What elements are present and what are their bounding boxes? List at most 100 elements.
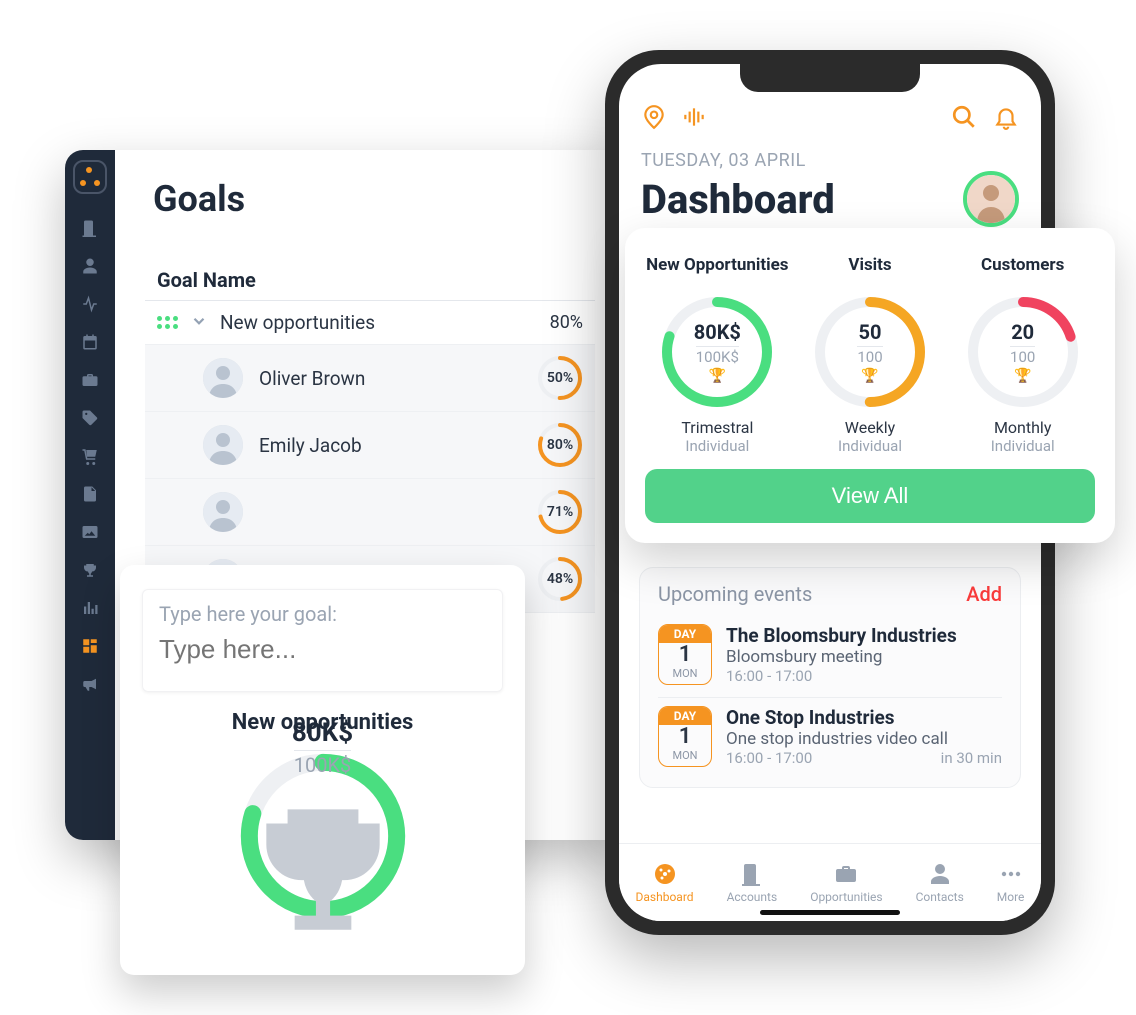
event-time: 16:00 - 17:00 <box>726 667 812 685</box>
building-icon[interactable] <box>80 218 100 238</box>
tab-more[interactable]: More <box>997 861 1025 904</box>
tab-dashboard[interactable]: Dashboard <box>636 861 694 904</box>
event-row[interactable]: DAY 1 MON The Bloomsbury Industries Bloo… <box>658 616 1002 697</box>
gauge-ring: 80K$ 100K$ 🏆 <box>657 292 777 412</box>
more-icon <box>998 861 1024 887</box>
event-subtitle: Bloomsbury meeting <box>726 647 1002 667</box>
gauge-title: Customers <box>950 244 1095 286</box>
phone-notch <box>740 64 920 92</box>
day-chip: DAY 1 MON <box>658 706 712 767</box>
day-chip-label: DAY <box>659 625 711 643</box>
tab-label: More <box>997 890 1025 904</box>
person-pct: 80% <box>537 422 583 468</box>
goal-group-row[interactable]: New opportunities 80% <box>145 301 595 345</box>
event-row[interactable]: DAY 1 MON One Stop Industries One stop i… <box>658 697 1002 779</box>
person-pct: 48% <box>537 556 583 602</box>
trophy-icon <box>238 781 408 955</box>
gauge-ring: 20 100 🏆 <box>963 292 1083 412</box>
trophy-icon[interactable] <box>80 560 100 580</box>
person-pct: 71% <box>537 489 583 535</box>
bell-icon[interactable] <box>993 104 1019 134</box>
person-progress-ring: 50% <box>537 355 583 401</box>
activity-icon[interactable] <box>80 294 100 314</box>
gauge-scope: Individual <box>645 437 790 455</box>
person-pct: 50% <box>537 355 583 401</box>
dashboard-icon[interactable] <box>80 636 100 656</box>
goal-group-pct: 80% <box>550 312 583 333</box>
person-progress-ring: 71% <box>537 489 583 535</box>
tab-opportunities[interactable]: Opportunities <box>810 861 882 904</box>
day-chip: DAY 1 MON <box>658 624 712 685</box>
gauge[interactable]: Customers 20 100 🏆 Monthly Individual <box>950 244 1095 455</box>
chevron-down-icon[interactable] <box>190 312 208 334</box>
event-body: One Stop Industries One stop industries … <box>726 706 1002 767</box>
drag-handle-icon[interactable] <box>157 316 178 329</box>
gauge-target: 100 <box>857 346 882 366</box>
person-name: Oliver Brown <box>259 367 365 390</box>
day-chip-num: 1 <box>659 725 711 749</box>
gauge-title: Visits <box>798 244 943 286</box>
calendar-icon[interactable] <box>80 332 100 352</box>
event-title: One Stop Industries <box>726 706 1002 729</box>
profile-avatar[interactable] <box>963 171 1019 227</box>
person-progress-ring: 48% <box>537 556 583 602</box>
gauge-period: Monthly <box>950 418 1095 437</box>
event-hint: in 30 min <box>941 749 1002 767</box>
goal-group-label: New opportunities <box>220 311 375 334</box>
event-time: 16:00 - 17:00 <box>726 749 812 767</box>
soundwave-icon[interactable] <box>681 104 707 134</box>
day-chip-dow: MON <box>659 749 711 764</box>
tab-accounts[interactable]: Accounts <box>727 861 778 904</box>
gauge-period: Weekly <box>798 418 943 437</box>
view-all-button[interactable]: View All <box>645 469 1095 523</box>
goal-card-target: 100K$ <box>294 750 352 777</box>
avatar <box>203 492 243 532</box>
tab-label: Accounts <box>727 890 778 904</box>
person-progress-ring: 80% <box>537 422 583 468</box>
building-icon <box>739 861 765 887</box>
gauge-value: 50 <box>859 320 882 344</box>
goal-card-gauge: 80K$ 100K$ <box>238 751 408 921</box>
location-icon[interactable] <box>641 104 667 134</box>
gauge-scope: Individual <box>950 437 1095 455</box>
home-indicator[interactable] <box>760 910 900 915</box>
cart-icon[interactable] <box>80 446 100 466</box>
avatar <box>203 425 243 465</box>
briefcase-icon[interactable] <box>80 370 100 390</box>
goal-input-box: Type here your goal: <box>142 589 503 692</box>
events-add-button[interactable]: Add <box>966 582 1002 606</box>
tag-icon[interactable] <box>80 408 100 428</box>
goal-person-row[interactable]: 71% <box>145 479 595 546</box>
trophy-icon: 🏆 <box>861 368 878 384</box>
gauge[interactable]: Visits 50 100 🏆 Weekly Individual <box>798 244 943 455</box>
goal-input-card: Type here your goal: New opportunities 8… <box>120 565 525 975</box>
goal-person-row[interactable]: Oliver Brown 50% <box>145 345 595 412</box>
trophy-icon: 🏆 <box>709 368 726 384</box>
goal-input[interactable] <box>159 630 486 679</box>
gauge-scope: Individual <box>798 437 943 455</box>
event-body: The Bloomsbury Industries Bloomsbury mee… <box>726 624 1002 685</box>
event-subtitle: One stop industries video call <box>726 729 1002 749</box>
megaphone-icon[interactable] <box>80 674 100 694</box>
gauges-card: New Opportunities 80K$ 100K$ 🏆 Trimestra… <box>625 228 1115 543</box>
document-icon[interactable] <box>80 484 100 504</box>
app-logo[interactable] <box>73 160 107 194</box>
briefcase-icon <box>833 861 859 887</box>
tab-contacts[interactable]: Contacts <box>916 861 964 904</box>
goal-name-header: Goal Name <box>145 260 595 301</box>
events-title: Upcoming events <box>658 582 812 606</box>
gauge-target: 100K$ <box>696 346 739 366</box>
trophy-icon: 🏆 <box>1014 368 1031 384</box>
day-chip-num: 1 <box>659 643 711 667</box>
user-icon[interactable] <box>80 256 100 276</box>
image-icon[interactable] <box>80 522 100 542</box>
chart-bars-icon[interactable] <box>80 598 100 618</box>
tab-label: Contacts <box>916 890 964 904</box>
gauge[interactable]: New Opportunities 80K$ 100K$ 🏆 Trimestra… <box>645 244 790 455</box>
logo-dots-icon <box>80 167 100 187</box>
goal-card-value: 80K$ <box>292 718 353 748</box>
day-chip-label: DAY <box>659 707 711 725</box>
event-title: The Bloomsbury Industries <box>726 624 1002 647</box>
goal-person-row[interactable]: Emily Jacob 80% <box>145 412 595 479</box>
search-icon[interactable] <box>951 104 977 134</box>
